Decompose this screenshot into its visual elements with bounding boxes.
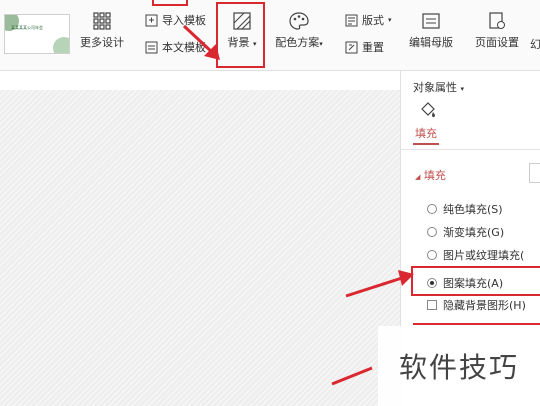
tab-fill-underline: [413, 143, 439, 145]
canvas-top-strip: [0, 71, 400, 90]
watermark: 软件技巧: [378, 326, 540, 406]
thumbnail-leaf-decoration: [53, 37, 69, 53]
palette-icon: [289, 12, 309, 30]
fill-bucket-icon: [421, 102, 435, 117]
hide-bg-graphics-checkbox[interactable]: 隐藏背景图形(H): [427, 297, 526, 313]
radio-label: 图片或纹理填充(: [443, 249, 525, 262]
layout-button[interactable]: 版式 ▾: [345, 12, 392, 28]
tab-fill[interactable]: 填充: [415, 125, 437, 141]
page-setup-icon: [489, 12, 505, 29]
chevron-down-icon: ▾: [388, 16, 392, 24]
red-arrow-to-pattern-fill: [345, 270, 414, 298]
slide-canvas[interactable]: [0, 90, 400, 406]
reset-label: 重置: [362, 41, 384, 54]
radio-button[interactable]: [427, 250, 437, 260]
import-icon: [145, 14, 158, 26]
more-design-button[interactable]: 更多设计: [78, 8, 126, 50]
red-arrow-lower: [331, 366, 373, 386]
radio-button[interactable]: [427, 227, 437, 237]
color-scheme-button[interactable]: 配色方案▾: [268, 8, 330, 50]
edit-master-label: 编辑母版: [409, 36, 453, 49]
section-fill-header[interactable]: ◢ 填充: [415, 167, 446, 183]
panel-title[interactable]: 对象属性 ▾: [413, 79, 464, 95]
chevron-down-icon: ▾: [460, 85, 465, 93]
master-slide-icon: [422, 13, 440, 29]
red-arrow-to-background: [182, 24, 220, 60]
reset-button[interactable]: 重置: [345, 39, 384, 55]
tab-fill-label: 填充: [415, 127, 437, 140]
radio-gradient-fill[interactable]: 渐变填充(G): [427, 224, 504, 240]
layout-icon: [345, 14, 358, 26]
fill-dropdown-partial[interactable]: [529, 163, 540, 183]
radio-solid-fill[interactable]: 纯色填充(S): [427, 201, 503, 217]
next-button-partial[interactable]: 幻: [530, 36, 540, 52]
design-thumbnail[interactable]: 某某某某公司年会: [4, 14, 70, 54]
more-design-label: 更多设计: [80, 36, 124, 49]
top-tab-highlight: [152, 0, 188, 6]
template-icon: [145, 41, 158, 53]
panel-title-label: 对象属性: [413, 81, 457, 94]
ribbon-toolbar: 某某某某公司年会 更多设计 导入模板 本文模板 背景 ▾ 配色方案▾ 版式 ▾ …: [0, 0, 540, 71]
page-setup-label: 页面设置: [475, 36, 519, 49]
page-setup-button[interactable]: 页面设置: [470, 8, 524, 50]
watermark-text: 软件技巧: [398, 351, 519, 384]
chevron-down-icon: ▾: [319, 40, 323, 48]
section-fill-label: 填充: [423, 169, 446, 182]
pattern-fill-highlight: [411, 266, 540, 296]
layout-label: 版式: [362, 14, 384, 27]
radio-label: 渐变填充(G): [443, 226, 505, 239]
next-button-label: 幻: [530, 38, 540, 51]
radio-label: 纯色填充(S): [443, 203, 503, 216]
thumbnail-title: 某某某某公司年会: [11, 25, 43, 30]
radio-picture-fill[interactable]: 图片或纹理填充(: [427, 247, 524, 263]
checkbox-label: 隐藏背景图形(H): [443, 299, 526, 312]
section-collapse-icon: ◢: [415, 173, 421, 181]
panel-divider: [401, 149, 540, 150]
edit-master-button[interactable]: 编辑母版: [402, 8, 460, 50]
grid-icon: [93, 12, 111, 30]
radio-button[interactable]: [427, 204, 437, 214]
next-section-highlight-edge: [413, 323, 540, 325]
reset-icon: [345, 41, 358, 53]
color-scheme-label: 配色方案: [275, 36, 320, 49]
checkbox[interactable]: [427, 300, 437, 310]
